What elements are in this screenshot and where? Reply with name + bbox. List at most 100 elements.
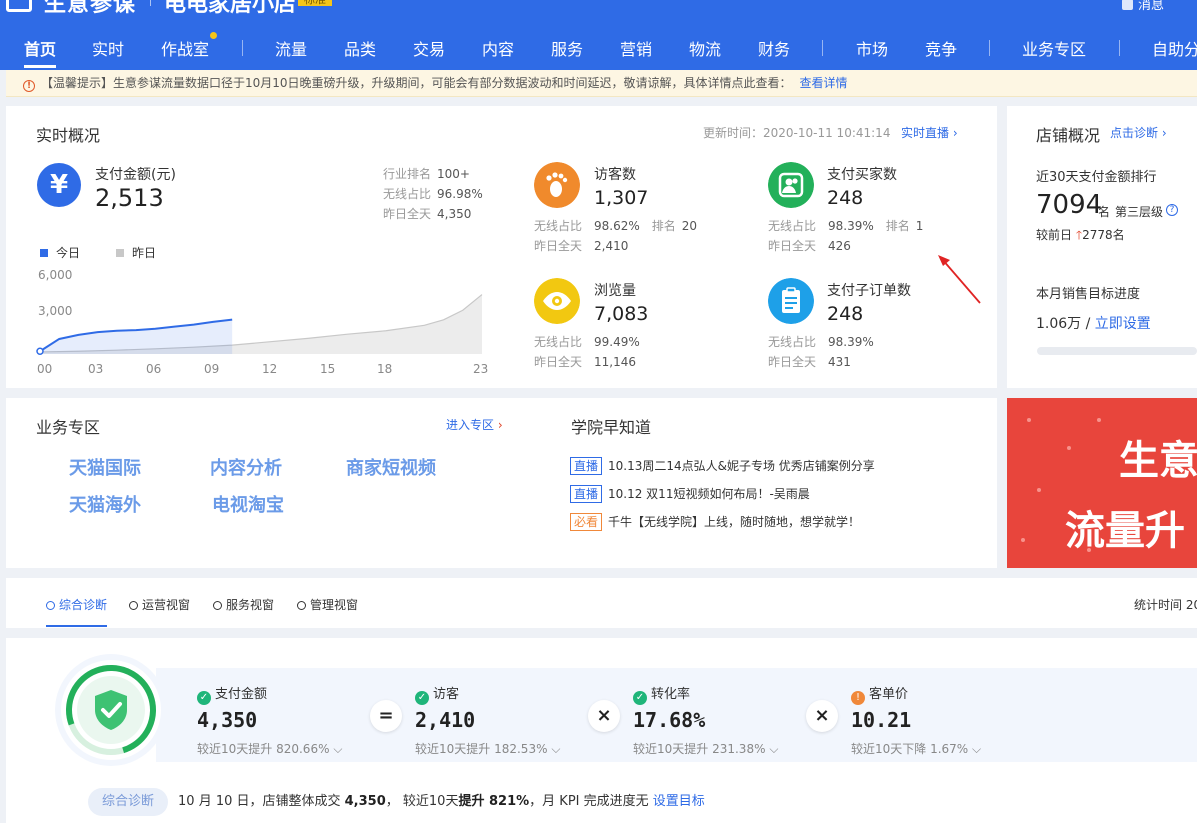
nav-item-category[interactable]: 品类 <box>344 36 376 60</box>
x-tick-label: 23 <box>473 362 489 376</box>
set-goal-link[interactable]: 立即设置 <box>1095 316 1151 332</box>
logo-icon[interactable] <box>6 0 32 12</box>
enter-zone-link[interactable]: 进入专区 › <box>446 416 503 433</box>
nav-item-trade[interactable]: 交易 <box>413 36 445 60</box>
realtime-live-link[interactable]: 实时直播 › <box>901 124 958 141</box>
multiply-operator: × <box>806 700 838 732</box>
formula-value: 4,350 <box>197 708 258 732</box>
visitors-yesterday-row: 昨日全天 2,410 <box>534 237 628 254</box>
orders-yesterday-row: 昨日全天 431 <box>768 353 851 370</box>
banner-sparkle <box>1027 418 1031 422</box>
brand-name[interactable]: 生意参谋 <box>44 0 136 18</box>
wireless-value: 98.39% <box>828 219 874 233</box>
help-icon[interactable]: ? <box>1166 204 1178 216</box>
tab-operations-view[interactable]: 运营视窗 <box>129 596 190 613</box>
notice-details-link[interactable]: 查看详情 <box>800 76 848 90</box>
x-tick-label: 15 <box>320 362 336 376</box>
pay-amount-label: 支付金额(元) <box>95 167 176 183</box>
nav-item-finance[interactable]: 财务 <box>758 36 790 60</box>
formula-trend: 较近10天提升 182.53% ⌵ <box>415 740 560 757</box>
realtime-overview-card: 实时概况 更新时间：2020-10-11 10:41:14 实时直播 › ¥ 支… <box>6 106 997 388</box>
formula-trend-text: 较近10天提升 231.38% <box>633 742 766 756</box>
goal-value: 1.06万 / <box>1036 316 1091 332</box>
formula-label: 访客 <box>433 687 460 702</box>
tab-label: 管理视窗 <box>310 598 359 612</box>
realtime-title: 实时概况 <box>36 126 101 145</box>
wireless-label: 无线占比 <box>534 335 583 349</box>
news-text: 10.13周二14点弘人&妮子专场 优秀店铺案例分享 <box>608 459 875 473</box>
compare-label: 较前日 <box>1036 228 1073 242</box>
nav-divider <box>989 40 990 56</box>
summary-middle: ， 较近10天 <box>385 794 459 809</box>
biz-link-tmall-global[interactable]: 天猫国际 <box>69 454 141 480</box>
shop-name[interactable]: 电电家居小店 <box>164 0 296 18</box>
version-badge: 标准 <box>298 0 332 6</box>
diagnosis-summary: 综合诊断 10 月 10 日，店铺整体成交 4,350， 较近10天提升 821%… <box>88 788 705 816</box>
promo-banner[interactable]: 生意 流量升 <box>1007 398 1197 568</box>
news-text: 10.12 双11短视频如何布局！-吴雨晨 <box>608 487 810 501</box>
diagnosis-icon <box>46 601 55 610</box>
academy-news-item[interactable]: 直播 10.13周二14点弘人&妮子专场 优秀店铺案例分享 <box>570 457 875 475</box>
wireless-value: 98.62% <box>594 219 640 233</box>
legend-today-label: 今日 <box>56 246 81 260</box>
pay-yesterday-row: 昨日全天 4,350 <box>383 205 471 222</box>
rank-label: 近30天支付金额排行 <box>1036 170 1157 185</box>
shield-check-icon <box>66 665 156 755</box>
visitors-label: 访客数 <box>594 167 636 183</box>
store-diagnose-link[interactable]: 点击诊断 › <box>1110 124 1167 141</box>
warning-icon: ! <box>851 691 865 705</box>
chevron-right-icon: › <box>1161 126 1167 140</box>
x-tick-label: 18 <box>377 362 393 376</box>
formula-trend: 较近10天下降 1.67% ⌵ <box>851 740 981 757</box>
biz-link-content-analysis[interactable]: 内容分析 <box>210 454 282 480</box>
news-tag: 直播 <box>570 485 603 503</box>
management-icon <box>297 601 306 610</box>
nav-item-war-room[interactable]: 作战室 <box>161 32 218 60</box>
nav-item-competition[interactable]: 竞争 <box>925 36 957 60</box>
pv-yesterday-row: 昨日全天 11,146 <box>534 353 636 370</box>
formula-trend-text: 较近10天提升 820.66% <box>197 742 330 756</box>
tab-comprehensive-diagnosis[interactable]: 综合诊断 <box>46 596 108 627</box>
nav-item-self-analysis[interactable]: 自助分 <box>1152 36 1197 60</box>
nav-item-service[interactable]: 服务 <box>551 36 583 60</box>
check-icon: ✓ <box>197 691 211 705</box>
stat-time: 统计时间 20 <box>1134 598 1197 612</box>
x-tick-label: 09 <box>204 362 220 376</box>
wireless-value: 99.49% <box>594 335 640 349</box>
legend-today[interactable]: 今日 <box>40 244 80 261</box>
pay-buyers-value: 248 <box>827 187 864 209</box>
multiply-operator: × <box>588 700 620 732</box>
pay-wireless-row: 无线占比 96.98% <box>383 185 483 202</box>
yuan-icon: ¥ <box>37 163 81 207</box>
biz-link-short-video[interactable]: 商家短视频 <box>346 454 436 480</box>
biz-link-tmall-overseas[interactable]: 天猫海外 <box>69 491 141 517</box>
academy-news-item[interactable]: 直播 10.12 双11短视频如何布局！-吴雨晨 <box>570 485 810 503</box>
yesterday-value: 426 <box>828 239 851 253</box>
wireless-value: 96.98% <box>437 187 483 201</box>
nav-item-marketing[interactable]: 营销 <box>620 36 652 60</box>
nav-divider <box>1119 40 1120 56</box>
nav-item-business-zone[interactable]: 业务专区 <box>1022 36 1086 60</box>
nav-item-market[interactable]: 市场 <box>856 36 888 60</box>
tier-label: 第三层级 <box>1115 205 1164 219</box>
rank-value: 7094 <box>1036 190 1103 220</box>
tab-management-view[interactable]: 管理视窗 <box>297 596 358 613</box>
academy-news-item[interactable]: 必看 千牛【无线学院】上线，随时随地，想学就学！ <box>570 513 860 531</box>
nav-item-home[interactable]: 首页 <box>24 36 57 68</box>
nav-item-realtime[interactable]: 实时 <box>92 36 124 60</box>
update-time: 更新时间：2020-10-11 10:41:14 <box>703 126 891 140</box>
nav-item-traffic[interactable]: 流量 <box>275 36 307 60</box>
warning-icon: ! <box>23 80 35 92</box>
legend-yesterday[interactable]: 昨日 <box>116 244 156 261</box>
clipboard-icon <box>768 278 814 324</box>
message-button[interactable]: 消息 <box>1122 0 1164 13</box>
set-target-link[interactable]: 设置目标 <box>653 794 705 809</box>
nav-item-logistics[interactable]: 物流 <box>689 36 721 60</box>
notice-text: 【温馨提示】生意参谋流量数据口径于10月10日晚重磅升级，升级期间，可能会有部分… <box>41 76 792 90</box>
tab-service-view[interactable]: 服务视窗 <box>213 596 274 613</box>
biz-link-tv-taobao[interactable]: 电视淘宝 <box>212 491 284 517</box>
yesterday-label: 昨日全天 <box>768 239 817 253</box>
nav-item-content[interactable]: 内容 <box>482 36 514 60</box>
formula-label-row: ✓ 转化率 <box>633 683 690 705</box>
formula-label: 支付金额 <box>215 687 268 702</box>
